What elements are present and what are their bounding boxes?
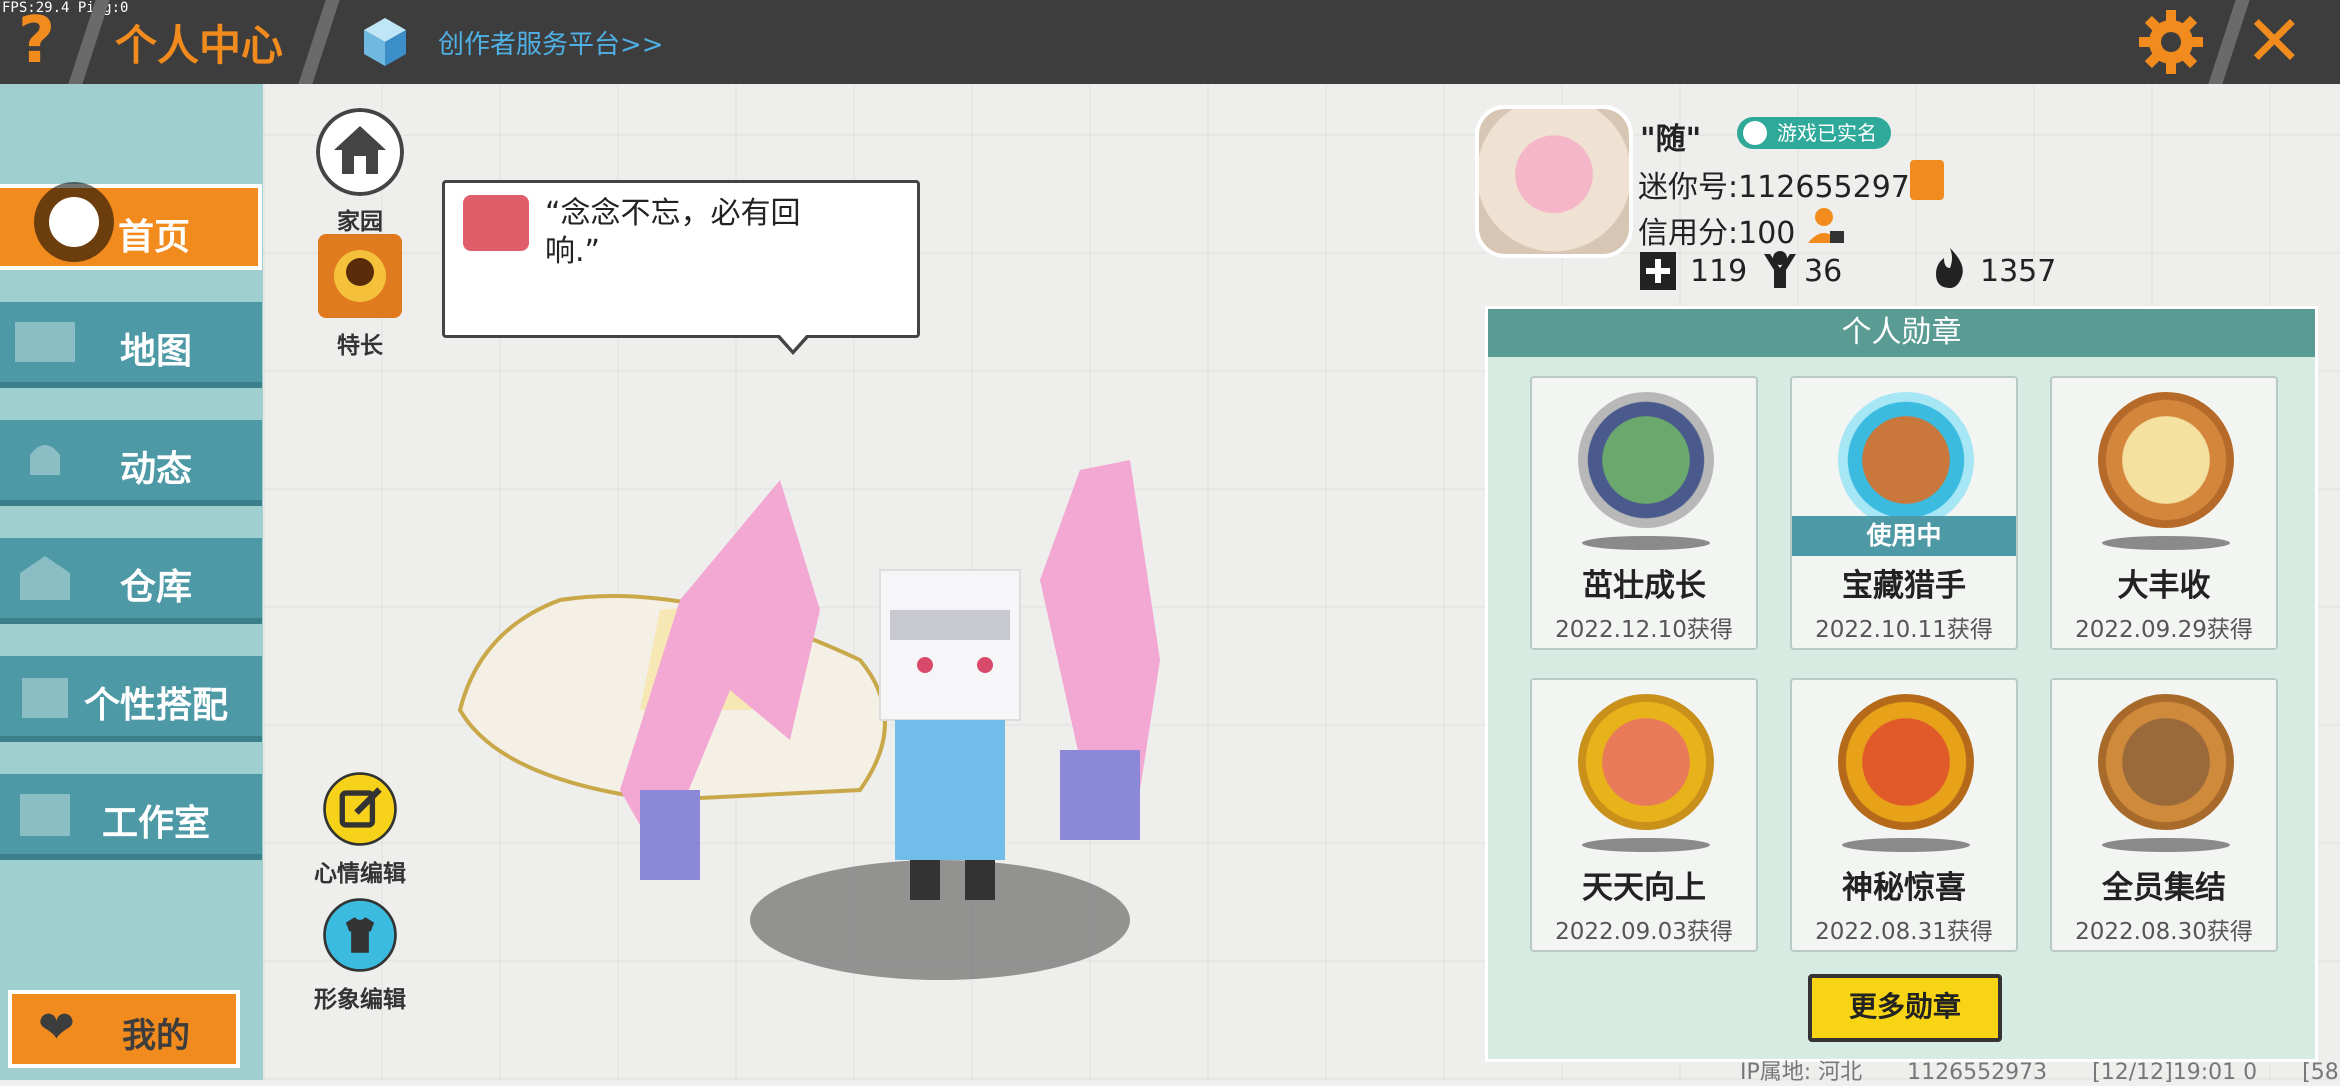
verified-label: 游戏已实名 <box>1777 121 1877 145</box>
heart-icon: ❤ <box>38 1002 75 1053</box>
sidebar-item-label: 仓库 <box>119 567 192 608</box>
signature-bubble: “念念不忘，必有回响.” <box>442 180 920 355</box>
specialty-icon <box>318 234 402 318</box>
medal-name: 大丰收 <box>2117 568 2211 604</box>
medal-date: 2022.12.10获得 <box>1555 617 1733 643</box>
medal-card[interactable]: 茁壮成长 2022.12.10获得 <box>1530 376 1758 650</box>
popularity-count: 1357 <box>1980 254 2057 289</box>
sidebar-item-warehouse[interactable]: 仓库 <box>0 538 262 624</box>
medal-name: 宝藏猎手 <box>1842 568 1966 604</box>
medal-card[interactable]: 使用中 宝藏猎手 2022.10.11获得 <box>1790 376 2018 650</box>
edit-icon <box>323 772 397 846</box>
more-medals-button[interactable]: 更多勋章 <box>1808 974 2002 1042</box>
medal-date: 2022.09.03获得 <box>1555 919 1733 945</box>
mine-label: 我的 <box>122 1016 190 1056</box>
creator-platform-link[interactable]: 创作者服务平台>> <box>438 24 664 61</box>
medal-badge <box>1838 694 1974 830</box>
footer-time: [12/12]19:01 0 <box>2092 1060 2258 1085</box>
sidebar-item-label: 动态 <box>119 449 192 490</box>
medal-card[interactable]: 神秘惊喜 2022.08.31获得 <box>1790 678 2018 952</box>
medal-shadow <box>2102 838 2230 852</box>
gear-icon[interactable] <box>2135 6 2207 78</box>
mini-id: 迷你号:1126552973 <box>1638 170 1929 205</box>
medal-card[interactable]: 天天向上 2022.09.03获得 <box>1530 678 1758 952</box>
medal-badge <box>1838 392 1974 528</box>
profile-avatar[interactable] <box>1475 105 1633 258</box>
specialty-caption: 特长 <box>337 333 383 359</box>
player-character-model[interactable] <box>440 460 1280 1020</box>
medal-name: 茁壮成长 <box>1582 568 1706 604</box>
medal-shadow <box>1842 838 1970 852</box>
verified-person-icon <box>1743 121 1767 145</box>
bubble-tail <box>778 333 808 350</box>
medal-badge <box>1578 694 1714 830</box>
credit-score: 信用分:100 <box>1638 216 1796 251</box>
medal-date: 2022.08.30获得 <box>2075 919 2253 945</box>
cube-icon <box>364 18 406 66</box>
sidebar-item-map[interactable]: 地图 <box>0 302 262 388</box>
help-button[interactable]: ? <box>18 6 55 76</box>
medal-shadow <box>1582 536 1710 550</box>
avatar <box>463 195 529 251</box>
medal-card[interactable]: 大丰收 2022.09.29获得 <box>2050 376 2278 650</box>
sidebar-item-label: 工作室 <box>101 803 210 844</box>
divider <box>2208 0 2250 84</box>
sidebar-item-outfit[interactable]: 个性搭配 <box>0 656 262 742</box>
avatar-edit-caption: 形象编辑 <box>314 987 406 1013</box>
fire-icon <box>1936 248 1963 288</box>
avatar-edit-button[interactable]: 形象编辑 <box>305 896 415 1014</box>
medal-shadow <box>1582 838 1710 852</box>
mood-edit-button[interactable]: 心情编辑 <box>305 770 415 888</box>
medal-date: 2022.09.29获得 <box>2075 617 2253 643</box>
medal-badge <box>2098 694 2234 830</box>
house-icon <box>316 108 404 196</box>
medal-shadow <box>2102 536 2230 550</box>
divider <box>298 0 340 84</box>
floating-toggle-button[interactable] <box>34 182 114 262</box>
footer-info: IP属地: 河北 1126552973 [12/12]19:01 0 [58]1… <box>1740 1054 2340 1086</box>
medal-date: 2022.10.11获得 <box>1815 617 1993 643</box>
ip-location: IP属地: 河北 <box>1740 1060 1863 1085</box>
mine-button[interactable]: ❤ 我的 <box>8 990 240 1068</box>
footer-version: [58]1.20.10 <box>2302 1060 2340 1085</box>
verified-badge: 游戏已实名 <box>1737 117 1891 149</box>
fans-icon[interactable] <box>1760 248 1800 290</box>
friend-count: 119 <box>1690 254 1748 289</box>
page-title: 个人中心 <box>115 21 284 70</box>
copy-id-icon[interactable] <box>1910 160 1944 200</box>
medal-card[interactable]: 全员集结 2022.08.30获得 <box>2050 678 2278 952</box>
footer-id: 1126552973 <box>1907 1060 2048 1085</box>
player-name: "随" <box>1640 122 1702 157</box>
sidebar-item-label: 个性搭配 <box>83 685 228 726</box>
sidebar-item-label: 地图 <box>119 331 192 372</box>
medal-date: 2022.08.31获得 <box>1815 919 1993 945</box>
medal-panel-title: 个人勋章 <box>1488 309 2315 357</box>
medal-name: 神秘惊喜 <box>1842 870 1966 906</box>
close-button[interactable]: ✕ <box>2245 6 2304 76</box>
sidebar-item-studio[interactable]: 工作室 <box>0 774 262 860</box>
add-friend-icon[interactable] <box>1638 250 1678 292</box>
sidebar-item-feed[interactable]: 动态 <box>0 420 262 506</box>
home-garden-button[interactable]: 家园 <box>305 108 415 236</box>
mood-edit-caption: 心情编辑 <box>314 861 406 887</box>
fans-count: 36 <box>1804 254 1843 289</box>
in-use-badge: 使用中 <box>1792 516 2016 556</box>
credit-person-icon[interactable] <box>1806 205 1846 245</box>
medal-badge <box>2098 392 2234 528</box>
top-bar: FPS:29.4 Ping:0 ? 个人中心 创作者服务平台>> ✕ <box>0 0 2340 84</box>
medal-name: 全员集结 <box>2102 870 2226 906</box>
signature-text: “念念不忘，必有回响.” <box>545 196 801 269</box>
medal-name: 天天向上 <box>1582 870 1706 906</box>
home-caption: 家园 <box>337 209 383 235</box>
outfit-icon <box>323 898 397 972</box>
medal-badge <box>1578 392 1714 528</box>
specialty-button[interactable]: 特长 <box>305 232 415 360</box>
